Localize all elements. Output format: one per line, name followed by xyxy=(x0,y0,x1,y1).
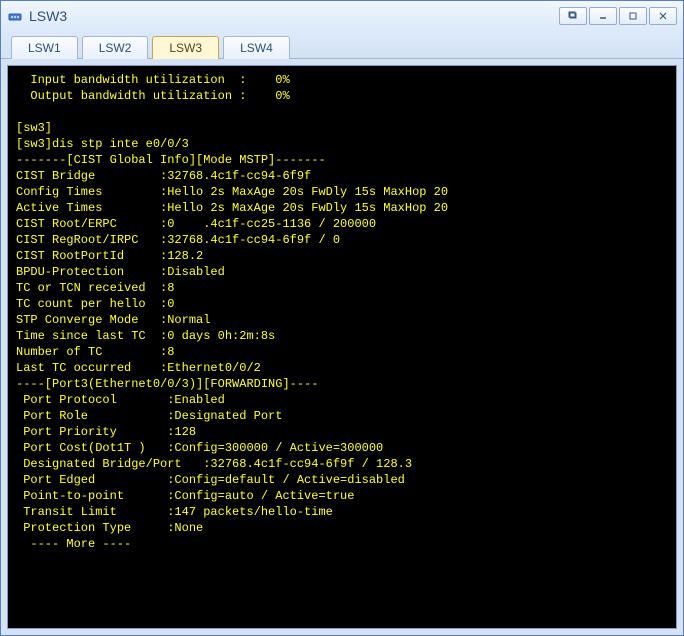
terminal-line: Designated Bridge/Port :32768.4c1f-cc94-… xyxy=(16,456,668,472)
terminal-line: TC count per hello :0 xyxy=(16,296,668,312)
window-title: LSW3 xyxy=(29,8,559,24)
tab-lsw2[interactable]: LSW2 xyxy=(82,36,149,59)
terminal-line: Time since last TC :0 days 0h:2m:8s xyxy=(16,328,668,344)
terminal-line: Port Cost(Dot1T ) :Config=300000 / Activ… xyxy=(16,440,668,456)
terminal-line: Port Protocol :Enabled xyxy=(16,392,668,408)
tab-lsw4[interactable]: LSW4 xyxy=(223,36,290,59)
close-button[interactable] xyxy=(649,7,677,25)
terminal-line: Active Times :Hello 2s MaxAge 20s FwDly … xyxy=(16,200,668,216)
terminal-line: Last TC occurred :Ethernet0/0/2 xyxy=(16,360,668,376)
terminal-line: Output bandwidth utilization : 0% xyxy=(16,88,668,104)
terminal-line: Config Times :Hello 2s MaxAge 20s FwDly … xyxy=(16,184,668,200)
tab-lsw3[interactable]: LSW3 xyxy=(152,36,219,59)
terminal-line: Protection Type :None xyxy=(16,520,668,536)
terminal-line: CIST Bridge :32768.4c1f-cc94-6f9f xyxy=(16,168,668,184)
terminal-line: Transit Limit :147 packets/hello-time xyxy=(16,504,668,520)
terminal-line: Port Priority :128 xyxy=(16,424,668,440)
terminal-line: CIST Root/ERPC :0 .4c1f-cc25-1136 / 2000… xyxy=(16,216,668,232)
terminal-line: [sw3]dis stp inte e0/0/3 xyxy=(16,136,668,152)
terminal-line: Port Edged :Config=default / Active=disa… xyxy=(16,472,668,488)
terminal-line: CIST RootPortId :128.2 xyxy=(16,248,668,264)
terminal-line: -------[CIST Global Info][Mode MSTP]----… xyxy=(16,152,668,168)
tab-lsw1[interactable]: LSW1 xyxy=(11,36,78,59)
terminal-line xyxy=(16,104,668,120)
terminal-output[interactable]: Input bandwidth utilization : 0% Output … xyxy=(7,65,677,629)
terminal-line: STP Converge Mode :Normal xyxy=(16,312,668,328)
maximize-button[interactable] xyxy=(619,7,647,25)
window-controls xyxy=(559,7,677,25)
terminal-line: Input bandwidth utilization : 0% xyxy=(16,72,668,88)
terminal-line: BPDU-Protection :Disabled xyxy=(16,264,668,280)
terminal-line: Number of TC :8 xyxy=(16,344,668,360)
app-icon xyxy=(7,8,23,24)
terminal-line: Port Role :Designated Port xyxy=(16,408,668,424)
titlebar: LSW3 xyxy=(1,1,683,31)
terminal-line: ---- More ---- xyxy=(16,536,668,552)
tabbar: LSW1 LSW2 LSW3 LSW4 xyxy=(1,31,683,59)
minimize-button[interactable] xyxy=(589,7,617,25)
pin-button[interactable] xyxy=(559,7,587,25)
terminal-container: Input bandwidth utilization : 0% Output … xyxy=(1,59,683,635)
terminal-line: [sw3] xyxy=(16,120,668,136)
terminal-line: Point-to-point :Config=auto / Active=tru… xyxy=(16,488,668,504)
terminal-line: ----[Port3(Ethernet0/0/3)][FORWARDING]--… xyxy=(16,376,668,392)
terminal-line: TC or TCN received :8 xyxy=(16,280,668,296)
app-window: LSW3 LSW1 LSW2 LSW3 LSW4 Input bandwidth… xyxy=(0,0,684,636)
terminal-line: CIST RegRoot/IRPC :32768.4c1f-cc94-6f9f … xyxy=(16,232,668,248)
